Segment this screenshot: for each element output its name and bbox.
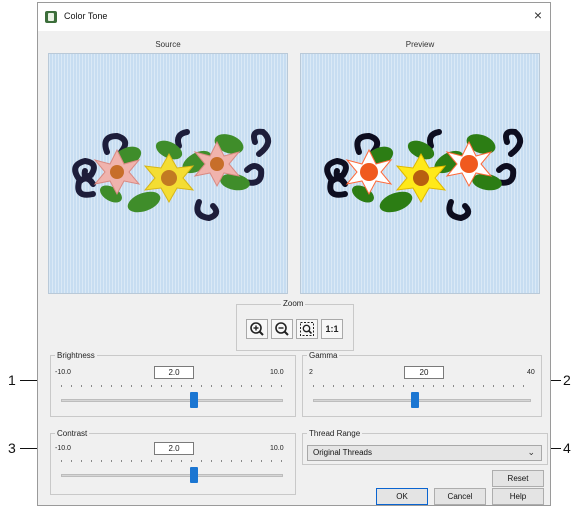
gamma-max: 40 xyxy=(527,369,535,376)
zoom-out-button[interactable] xyxy=(271,319,293,339)
callout-3: 3 xyxy=(8,440,16,456)
actual-size-label: 1:1 xyxy=(325,324,339,334)
chevron-down-icon: ⌄ xyxy=(527,447,535,457)
zoom-fit-button[interactable] xyxy=(296,319,318,339)
callout-2: 2 xyxy=(563,372,571,388)
app-icon xyxy=(45,11,57,23)
brightness-max: 10.0 xyxy=(270,369,284,376)
zoom-group: Zoom 1:1 xyxy=(236,299,354,351)
contrast-track xyxy=(61,474,283,477)
gamma-slider-thumb[interactable] xyxy=(411,392,420,408)
contrast-slider-thumb[interactable] xyxy=(190,467,199,483)
thread-range-value: Original Threads xyxy=(313,448,372,457)
contrast-label: Contrast xyxy=(55,429,90,438)
dialog-title: Color Tone xyxy=(64,11,108,21)
color-tone-dialog: Color Tone × Source Preview Zoom 1:1 Bri… xyxy=(37,2,551,506)
ok-button[interactable]: OK xyxy=(376,488,428,505)
brightness-track xyxy=(61,399,283,402)
contrast-value-field[interactable]: 2.0 xyxy=(154,442,194,455)
contrast-max: 10.0 xyxy=(270,445,284,452)
contrast-min: -10.0 xyxy=(55,445,71,452)
preview-label: Preview xyxy=(405,40,435,49)
gamma-track xyxy=(313,399,531,402)
help-button[interactable]: Help xyxy=(492,488,544,505)
gamma-ticks xyxy=(313,385,531,387)
zoom-out-icon xyxy=(275,322,289,336)
gamma-min: 2 xyxy=(309,369,313,376)
cancel-button[interactable]: Cancel xyxy=(434,488,486,505)
gamma-label: Gamma xyxy=(307,351,340,360)
callout-4: 4 xyxy=(563,440,571,456)
brightness-group: Brightness -10.0 2.0 10.0 xyxy=(50,351,296,417)
zoom-fit-icon xyxy=(300,322,314,336)
zoom-label: Zoom xyxy=(281,299,306,308)
brightness-slider-thumb[interactable] xyxy=(190,392,199,408)
preview-pane xyxy=(300,53,540,294)
source-label: Source xyxy=(155,40,181,49)
zoom-in-button[interactable] xyxy=(246,319,268,339)
brightness-min: -10.0 xyxy=(55,369,71,376)
source-pane xyxy=(48,53,288,294)
brightness-ticks xyxy=(61,385,283,387)
gamma-group: Gamma 2 20 40 xyxy=(302,351,542,417)
brightness-label: Brightness xyxy=(55,351,97,360)
source-embroidery-image xyxy=(72,128,272,222)
reset-button[interactable]: Reset xyxy=(492,470,544,487)
thread-range-select[interactable]: Original Threads ⌄ xyxy=(307,445,542,461)
contrast-ticks xyxy=(61,460,283,462)
callout-1: 1 xyxy=(8,372,16,388)
close-icon[interactable]: × xyxy=(531,8,545,22)
brightness-value-field[interactable]: 2.0 xyxy=(154,366,194,379)
contrast-group: Contrast -10.0 2.0 10.0 xyxy=(50,429,296,495)
title-bar: Color Tone × xyxy=(38,3,550,31)
thread-range-label: Thread Range xyxy=(307,429,363,438)
preview-embroidery-image xyxy=(324,128,524,222)
zoom-actual-size-button[interactable]: 1:1 xyxy=(321,319,343,339)
thread-range-group: Thread Range Original Threads ⌄ xyxy=(302,429,548,465)
zoom-in-icon xyxy=(250,322,264,336)
gamma-value-field[interactable]: 20 xyxy=(404,366,444,379)
